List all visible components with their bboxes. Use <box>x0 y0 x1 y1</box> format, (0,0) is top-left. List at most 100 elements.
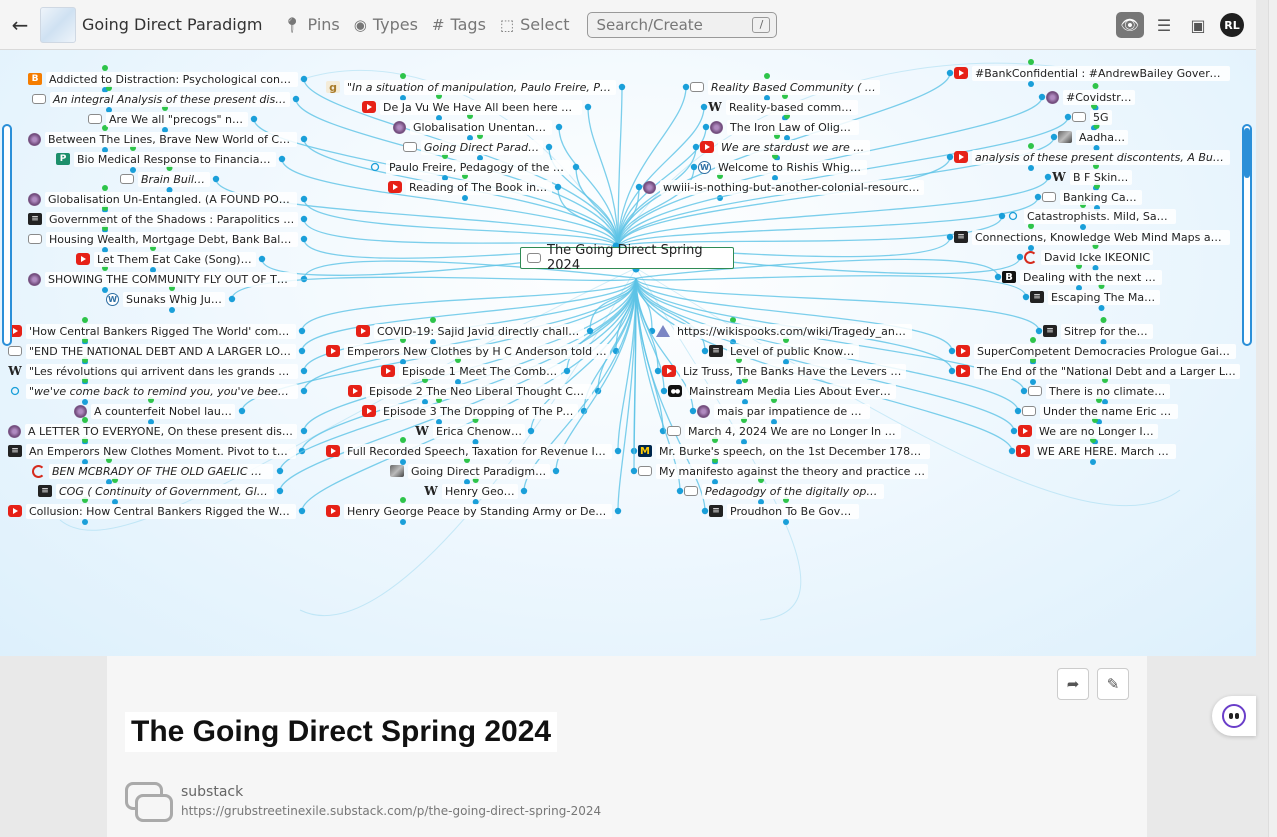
graph-node[interactable]: Episode 2 The Neo Liberal Thought Collec… <box>348 382 592 400</box>
edge-gate-dot[interactable] <box>278 155 286 163</box>
graph-node[interactable]: ≡ COG ( Continuity of Government, Gladio … <box>38 482 274 500</box>
scroll-thumb[interactable] <box>1244 128 1250 178</box>
edge-gate-dot[interactable] <box>1022 293 1030 301</box>
graph-node[interactable]: wwiii-is-nothing-but-another-colonial-re… <box>643 178 924 196</box>
graph-node[interactable]: Aadhaar <box>1058 128 1128 146</box>
thought-title[interactable]: The Going Direct Spring 2024 <box>125 712 558 752</box>
graph-node[interactable]: ≡ An Emperors New Clothes Moment. Pivot t… <box>8 442 296 460</box>
edge-gate-dot[interactable] <box>701 347 709 355</box>
graph-node[interactable]: #Covidstroika <box>1046 88 1135 106</box>
graph-node[interactable]: Globalisation Un-Entangled. (A FOUND POE… <box>28 190 297 208</box>
graph-node[interactable]: B Addicted to Distraction: Psychological … <box>28 70 298 88</box>
graph-node[interactable]: ≡ Level of public Knowledge <box>709 342 859 360</box>
user-avatar[interactable]: RL <box>1220 13 1244 37</box>
graph-node[interactable]: SuperCompetent Democracies Prologue Gaia… <box>956 342 1236 360</box>
graph-node[interactable]: Episode 3 The Dropping of The Pennies <box>362 402 578 420</box>
graph-node[interactable]: We are stardust we are Golden <box>700 138 870 156</box>
graph-node[interactable]: SHOWING THE COMMUNITY FLY OUT OF THE C..… <box>28 270 297 288</box>
graph-node[interactable]: David Icke IKEONIC <box>1024 248 1153 266</box>
graph-node[interactable]: ≡ Escaping The Matrix <box>1030 288 1160 306</box>
edge-gate-dot[interactable] <box>614 447 622 455</box>
edge-gate-dot[interactable] <box>690 163 698 171</box>
graph-node[interactable]: Globalisation Unentangled <box>393 118 552 136</box>
graph-node[interactable]: P Bio Medical Response to Financial Crisi… <box>56 150 276 168</box>
graph-node[interactable]: W B F Skinner <box>1052 168 1132 186</box>
source-url[interactable]: https://grubstreetinexile.substack.com/p… <box>181 804 601 818</box>
edge-gate-dot[interactable] <box>298 327 306 335</box>
edge-gate-dot[interactable] <box>948 347 956 355</box>
edge-gate-dot[interactable] <box>676 487 684 495</box>
edge-gate-dot[interactable] <box>545 143 553 151</box>
edge-gate-dot[interactable] <box>1016 253 1024 261</box>
edge-gate-dot[interactable] <box>300 367 308 375</box>
center-node[interactable]: The Going Direct Spring 2024 <box>520 243 734 273</box>
graph-node[interactable]: mais par impatience de souffrir <box>697 402 870 420</box>
edit-pencil-icon[interactable]: ✎ <box>1097 668 1129 700</box>
graph-node[interactable]: A counterfeit Nobel laureate <box>74 402 235 420</box>
graph-node[interactable]: The End of the "National Debt and a Larg… <box>956 362 1240 380</box>
select-button[interactable]: ⬚ Select <box>500 15 570 34</box>
graph-node[interactable]: Reading of The Book in 1984 <box>388 178 552 196</box>
edge-gate-dot[interactable] <box>552 467 560 475</box>
edge-gate-dot[interactable] <box>946 233 954 241</box>
edge-gate-dot[interactable] <box>1038 93 1046 101</box>
edge-gate-dot[interactable] <box>300 75 308 83</box>
window-scrollbar[interactable] <box>1268 0 1277 837</box>
edge-gate-dot[interactable] <box>702 123 710 131</box>
sliders-icon[interactable]: ☰ <box>1150 12 1178 38</box>
edge-gate-dot[interactable] <box>258 255 266 263</box>
graph-node[interactable]: Catastrophists. Mild, Sane, Insane <box>1006 207 1176 225</box>
edge-gate-dot[interactable] <box>701 507 709 515</box>
edge-gate-dot[interactable] <box>572 163 580 171</box>
edge-gate-dot[interactable] <box>700 103 708 111</box>
edge-gate-dot[interactable] <box>946 69 954 77</box>
edge-gate-dot[interactable] <box>238 407 246 415</box>
graph-node[interactable]: W Reality-based community <box>708 98 858 116</box>
graph-node[interactable]: Emperors New Clothes by H C Anderson tol… <box>326 342 610 360</box>
edge-gate-dot[interactable] <box>682 83 690 91</box>
edge-gate-dot[interactable] <box>614 507 622 515</box>
graph-canvas[interactable]: B Addicted to Distraction: Psychological … <box>0 50 1256 656</box>
graph-node[interactable]: Let Them Eat Cake (Song) 2011 <box>76 250 256 268</box>
graph-node[interactable]: WE ARE HERE. March 4, 2024 <box>1016 442 1176 460</box>
edge-gate-dot[interactable] <box>300 195 308 203</box>
edge-gate-dot[interactable] <box>212 175 220 183</box>
map-title[interactable]: Going Direct Paradigm <box>82 15 262 34</box>
edge-gate-dot[interactable] <box>300 215 308 223</box>
graph-node[interactable]: "we've come back to remind you, you've b… <box>8 382 298 400</box>
graph-node[interactable]: ≡ Connections, Knowledge Web Mind Maps an… <box>954 228 1230 246</box>
edge-gate-dot[interactable] <box>660 387 668 395</box>
edge-gate-dot[interactable] <box>298 347 306 355</box>
edge-gate-dot[interactable] <box>276 467 284 475</box>
graph-node[interactable]: The Iron Law of Oligarchy <box>710 118 859 136</box>
edge-gate-dot[interactable] <box>1050 133 1058 141</box>
graph-node[interactable]: g "In a situation of manipulation, Paulo … <box>326 78 616 96</box>
graph-node[interactable]: Going Direct Paradigm <box>403 138 543 156</box>
graph-node[interactable]: "END THE NATIONAL DEBT AND A LARGER LOAF… <box>8 342 296 360</box>
graph-node[interactable]: My manifesto against the theory and prac… <box>638 462 928 480</box>
graph-node[interactable]: 'How Central Bankers Rigged The World' c… <box>8 322 296 340</box>
edge-gate-dot[interactable] <box>520 487 528 495</box>
graph-node[interactable]: COVID-19: Sajid Javid directly challenge… <box>356 322 584 340</box>
graph-node[interactable]: Episode 1 Meet The Combatants <box>381 362 561 380</box>
edge-gate-dot[interactable] <box>1020 387 1028 395</box>
back-arrow-icon[interactable]: ← <box>0 13 40 37</box>
graph-node[interactable]: #BankConfidential : #AndrewBailey Govern… <box>954 64 1230 82</box>
graph-node[interactable]: ≡ Government of the Shadows : Parapolitic… <box>28 210 298 228</box>
graph-node[interactable]: Under the name Eric Blair. <box>1022 402 1178 420</box>
edge-gate-dot[interactable] <box>994 273 1002 281</box>
graph-node[interactable]: Brain Builder <box>120 170 210 188</box>
edge-gate-dot[interactable] <box>1044 173 1052 181</box>
graph-node[interactable]: Henry George Peace by Standing Army or D… <box>326 502 612 520</box>
graph-node[interactable]: An integral Analysis of these present di… <box>32 90 290 108</box>
graph-node[interactable]: ≡ Proudhon To Be Governed <box>709 502 859 520</box>
graph-node[interactable]: W Erica Chenoweth <box>415 422 525 440</box>
graph-node[interactable]: analysis of these present discontents, A… <box>954 148 1230 166</box>
edge-gate-dot[interactable] <box>563 367 571 375</box>
graph-node[interactable]: Collusion: How Central Bankers Rigged th… <box>8 502 296 520</box>
graph-node[interactable]: Mainstream Media Lies About Everything <box>668 382 896 400</box>
graph-node[interactable]: ≡ Sitrep for the 99% <box>1043 322 1153 340</box>
edge-gate-dot[interactable] <box>1014 407 1022 415</box>
graph-node[interactable]: W Sunaks Whig Junto <box>106 290 225 308</box>
edge-gate-dot[interactable] <box>292 95 300 103</box>
